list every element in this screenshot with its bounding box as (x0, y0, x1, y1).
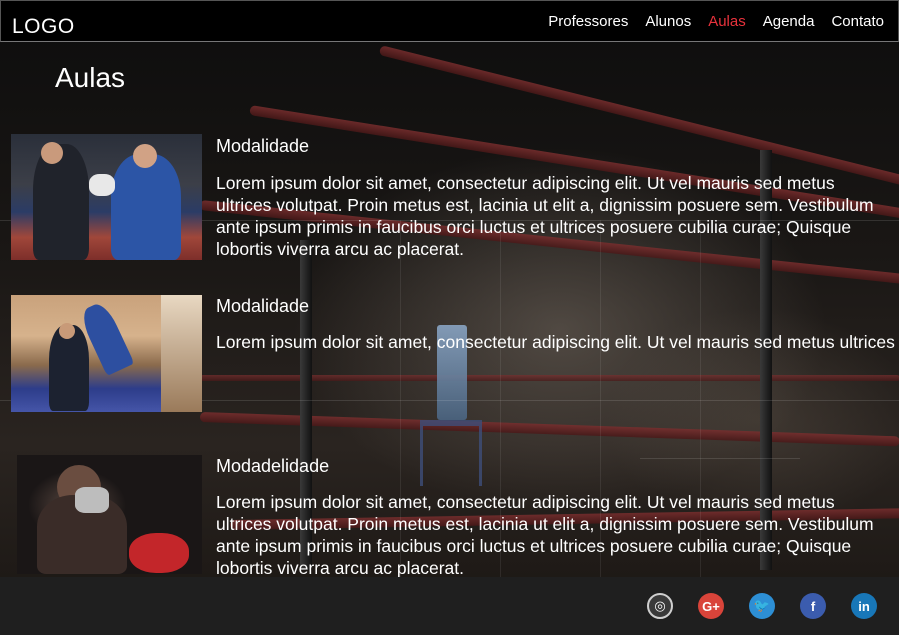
google-plus-icon[interactable]: G+ (698, 593, 724, 619)
corner-stool (420, 420, 482, 486)
facebook-icon[interactable]: f (800, 593, 826, 619)
footer: ◎ G+ 🐦 f in (0, 577, 899, 635)
gridline (640, 458, 800, 459)
top-navbar: LOGO Professores Alunos Aulas Agenda Con… (0, 0, 899, 42)
nav-link-alunos[interactable]: Alunos (645, 13, 691, 30)
logo[interactable]: LOGO (12, 15, 75, 39)
page-title: Aulas (55, 62, 126, 93)
boxer-head (41, 142, 63, 164)
boxer-head (133, 144, 157, 168)
class-photo-boxer-wrapping (17, 455, 202, 574)
class-photo-sparring (11, 134, 202, 260)
nav-link-agenda[interactable]: Agenda (763, 13, 815, 30)
nav-link-contato[interactable]: Contato (831, 13, 884, 30)
class-description: Lorem ipsum dolor sit amet, consectetur … (216, 492, 874, 578)
class-title: Modalidade (216, 296, 310, 316)
twitter-icon[interactable]: 🐦 (749, 593, 775, 619)
boxer-figure (111, 154, 181, 260)
nav-link-professores[interactable]: Professores (548, 13, 628, 30)
boxing-glove (89, 174, 115, 196)
class-title: Modalidade (216, 136, 310, 156)
linkedin-icon[interactable]: in (851, 593, 877, 619)
hand-wrap (75, 487, 109, 513)
red-boxing-glove (129, 533, 189, 573)
fighter-head (59, 323, 75, 339)
class-description: Lorem ipsum dolor sit amet, consectetur … (216, 332, 895, 352)
nav-link-aulas[interactable]: Aulas (708, 13, 746, 30)
class-description: Lorem ipsum dolor sit amet, consectetur … (216, 173, 874, 259)
boxer-figure (33, 144, 89, 260)
class-photo-kick (11, 295, 202, 412)
gym-window (161, 295, 202, 412)
main-nav: Professores Alunos Aulas Agenda Contato (531, 13, 884, 30)
instagram-icon[interactable]: ◎ (647, 593, 673, 619)
class-title: Modadelidade (216, 456, 330, 476)
